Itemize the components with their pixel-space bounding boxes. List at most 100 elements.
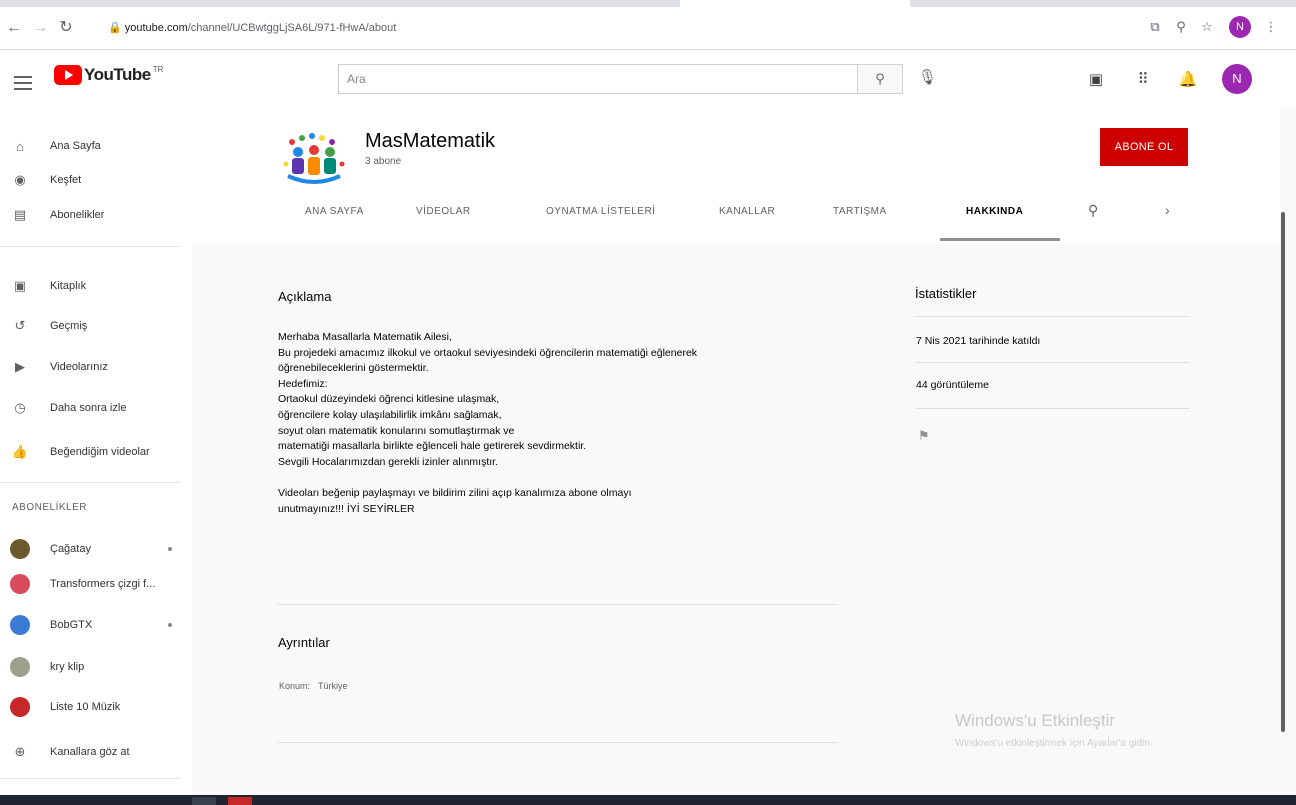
tab-about[interactable]: HAKKINDA — [966, 206, 1023, 217]
search-input[interactable]: Ara — [338, 64, 858, 94]
browse-channels-icon: ⊕ — [14, 744, 26, 759]
account-avatar[interactable]: N — [1222, 64, 1252, 94]
sidebar-item-label: BobGTX — [50, 619, 93, 631]
scrollbar-thumb[interactable] — [1281, 212, 1285, 732]
forward-icon[interactable]: → — [30, 18, 50, 38]
reload-icon[interactable]: ↻ — [56, 18, 76, 38]
logo-country: TR — [152, 64, 164, 74]
description-title: Açıklama — [278, 289, 332, 304]
joined-date: 7 Nis 2021 tarihinde katıldı — [916, 335, 1041, 347]
hamburger-menu-icon[interactable] — [14, 76, 32, 94]
description-line: unutmayınız!!! İYİ SEYİRLER — [278, 502, 415, 515]
notifications-bell-icon[interactable]: 🔔 — [1178, 70, 1198, 88]
sidebar-item-browse-channels[interactable]: ⊕ Kanallara göz at — [0, 736, 192, 768]
browser-toolbar: ← → ↻ 🔒 youtube.com/channel/UCBwtggLjSA6… — [0, 0, 1296, 50]
windows-activation-subtitle: Windows'u etkinleştirmek için Ayarlar'a … — [955, 738, 1153, 749]
compass-icon: ◉ — [14, 172, 26, 187]
back-icon[interactable]: ← — [4, 18, 24, 38]
sidebar-subscription-item[interactable]: Çağatay — [0, 533, 192, 565]
view-count: 44 görüntüleme — [916, 379, 989, 391]
channel-avatar — [10, 697, 30, 717]
active-browser-tab[interactable] — [680, 0, 910, 7]
your-videos-icon: ▶ — [15, 359, 25, 374]
channel-avatar — [10, 615, 30, 635]
channel-avatar — [10, 539, 30, 559]
play-logo-icon — [54, 65, 82, 85]
stats-divider — [915, 316, 1190, 317]
description-line: Merhaba Masallarla Matematik Ailesi, — [278, 331, 452, 343]
create-video-icon[interactable]: ▣ — [1086, 70, 1106, 88]
channel-search-icon[interactable]: ⚲ — [1088, 202, 1098, 219]
sidebar-item-history[interactable]: ↺ Geçmiş — [0, 310, 192, 342]
tab-videos[interactable]: VİDEOLAR — [416, 206, 471, 217]
new-content-dot — [168, 623, 172, 627]
microphone-icon[interactable]: 🎙 — [918, 68, 937, 86]
watch-later-icon: ◷ — [14, 400, 26, 415]
sidebar-item-watch-later[interactable]: ◷ Daha sonra izle — [0, 392, 192, 424]
url-host: youtube.com — [124, 22, 188, 34]
sidebar-item-label: Liste 10 Müzik — [50, 701, 121, 713]
details-title: Ayrıntılar — [278, 635, 330, 650]
active-tab-indicator — [940, 238, 1060, 241]
description-line: öğrencilere kolay ulaşılabilirlik imkânı… — [278, 408, 502, 421]
stats-divider — [915, 408, 1190, 409]
search-button[interactable]: ⚲ — [857, 64, 903, 94]
sidebar-item-your-videos[interactable]: ▶ Videolarınız — [0, 351, 192, 383]
sidebar-subscription-item[interactable]: Transformers çizgi f... — [0, 568, 192, 600]
bookmark-star-icon[interactable]: ☆ — [1196, 16, 1218, 38]
browser-menu-icon[interactable]: ⋮ — [1260, 16, 1282, 38]
sidebar-item-label: Beğendiğim videolar — [50, 446, 150, 458]
sidebar-item-label: Transformers çizgi f... — [50, 578, 156, 590]
chevron-right-icon[interactable]: › — [1165, 202, 1170, 218]
url-path: /channel/UCBwtggLjSA6L/971-fHwA/about — [187, 22, 397, 34]
sidebar-item-label: Videolarınız — [50, 361, 108, 373]
lock-icon: 🔒 — [108, 22, 122, 34]
browser-profile-avatar[interactable]: N — [1229, 16, 1251, 38]
description-line — [278, 470, 838, 486]
description-line: matematiği masallarla birlikte eğlenceli… — [278, 440, 587, 453]
sidebar-item-label: Daha sonra izle — [50, 402, 127, 414]
windows-activation-title: Windows'u Etkinleştir — [955, 711, 1116, 730]
stats-title: İstatistikler — [915, 286, 977, 301]
sidebar-item-label: Keşfet — [50, 174, 82, 186]
address-bar[interactable]: 🔒 youtube.com/channel/UCBwtggLjSA6L/971-… — [98, 16, 698, 40]
subscriber-count: 3 abone — [365, 156, 402, 167]
sidebar-item-explore[interactable]: ◉ Keşfet — [0, 164, 192, 196]
translate-icon[interactable]: ⧉ — [1144, 16, 1166, 38]
sidebar-subscription-item[interactable]: BobGTX — [0, 609, 192, 641]
sidebar-item-label: Kitaplık — [50, 280, 87, 292]
tab-playlists[interactable]: OYNATMA LİSTELERİ — [546, 206, 655, 217]
youtube-logo[interactable]: YouTube TR — [54, 64, 163, 86]
channel-header — [192, 106, 1280, 244]
apps-grid-icon[interactable]: ⠿ — [1133, 70, 1153, 88]
channel-avatar — [10, 574, 30, 594]
section-divider — [278, 742, 838, 743]
tab-channels[interactable]: KANALLAR — [719, 206, 775, 217]
sidebar-item-subscriptions[interactable]: ▤ Abonelikler — [0, 199, 192, 231]
taskbar-item[interactable] — [228, 797, 252, 805]
sidebar-subscription-item[interactable]: Liste 10 Müzik — [0, 691, 192, 723]
tab-home[interactable]: ANA SAYFA — [305, 206, 364, 217]
guide-sidebar: ⌂ Ana Sayfa ◉ Keşfet ▤ Abonelikler ▣ Kitaplı… — [0, 106, 192, 795]
taskbar-item[interactable] — [192, 797, 216, 805]
channel-name: MasMatematik — [365, 130, 496, 152]
sidebar-item-home[interactable]: ⌂ Ana Sayfa — [0, 130, 192, 162]
about-content — [192, 244, 1280, 795]
sidebar-divider — [0, 246, 180, 247]
report-flag-icon[interactable]: ⚑ — [918, 428, 930, 444]
new-content-dot — [168, 547, 172, 551]
search-icon: ⚲ — [875, 71, 885, 86]
channel-logo[interactable] — [278, 130, 350, 190]
description-line: Bu projedeki amacımız ilkokul ve ortaoku… — [278, 346, 698, 359]
zoom-icon[interactable]: ⚲ — [1170, 16, 1192, 38]
tab-discussion[interactable]: TARTIŞMA — [833, 206, 887, 217]
sidebar-item-liked-videos[interactable]: 👍 Beğendiğim videolar — [0, 436, 192, 468]
description-line: Hedefimiz: — [278, 377, 328, 390]
sidebar-divider — [0, 778, 180, 779]
sidebar-subscription-item[interactable]: kry klip — [0, 651, 192, 683]
channel-avatar — [10, 657, 30, 677]
description-line: öğrenebileceklerini göstermektir. — [278, 362, 429, 375]
subscribe-button[interactable]: ABONE OL — [1100, 128, 1188, 166]
sidebar-item-library[interactable]: ▣ Kitaplık — [0, 270, 192, 302]
description-line: Ortaokul düzeyindeki öğrenci kitlesine u… — [278, 393, 500, 406]
